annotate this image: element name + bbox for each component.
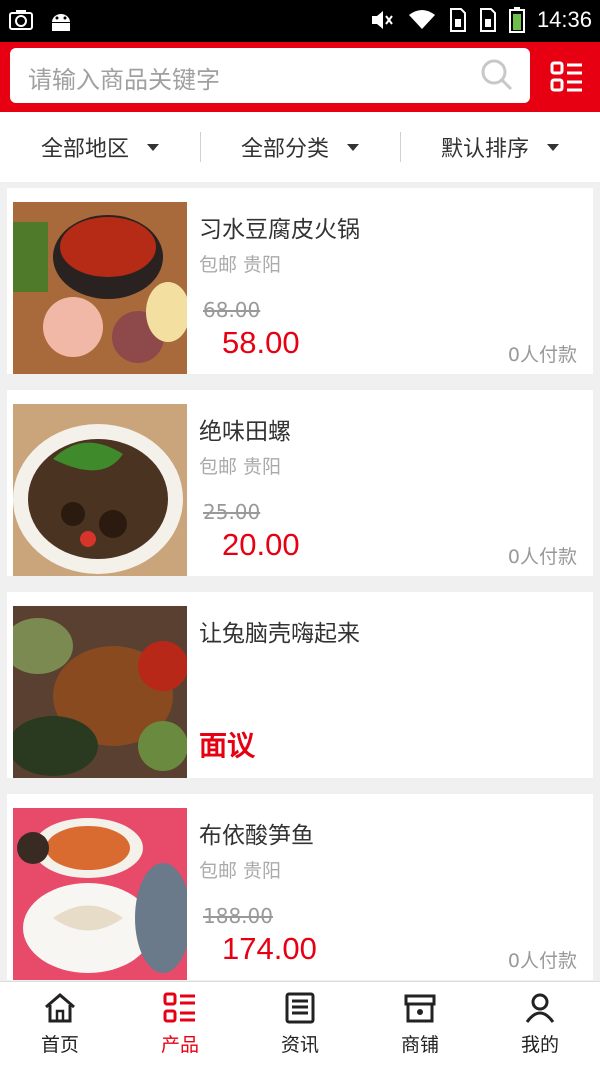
- original-price: 188.00: [203, 904, 273, 928]
- android-icon: [52, 14, 70, 31]
- paid-count: 0人付款: [507, 344, 577, 366]
- status-bar: 14:36: [0, 0, 600, 42]
- sim-card-icon: [479, 8, 496, 32]
- product-image[interactable]: [13, 202, 187, 374]
- filter-sort[interactable]: 默认排序: [400, 112, 600, 182]
- tab-news-label: 资讯: [280, 1034, 319, 1056]
- wifi-icon: [408, 10, 435, 29]
- screenshot-icon: [9, 10, 33, 30]
- original-price: 68.00: [203, 298, 261, 322]
- tab-me-label: 我的: [520, 1034, 559, 1056]
- filter-bar: 全部地区 全部分类 默认排序: [0, 112, 600, 182]
- product-card[interactable]: 布依酸笋鱼 包邮 贵阳 188.00 174.00 0人付款: [7, 794, 593, 980]
- caret-down-icon: [547, 143, 559, 151]
- sim-card-icon: [449, 8, 466, 32]
- bottom-tab-bar: 首页 产品 资讯 商铺 我的: [0, 981, 600, 1068]
- mute-icon: [371, 11, 393, 29]
- product-price: 58.00: [222, 325, 300, 360]
- product-image[interactable]: [13, 404, 187, 576]
- original-price: 25.00: [203, 500, 261, 524]
- filter-region-label: 全部地区: [40, 137, 129, 162]
- news-icon: [285, 992, 315, 1024]
- search-input[interactable]: 请输入商品关键字: [10, 48, 530, 103]
- tab-home-label: 首页: [40, 1034, 79, 1056]
- product-card[interactable]: 习水豆腐皮火锅 包邮 贵阳 68.00 58.00 0人付款: [7, 188, 593, 374]
- product-tags: 包邮 贵阳: [199, 456, 282, 478]
- filter-category[interactable]: 全部分类: [200, 112, 400, 182]
- status-time: 14:36: [536, 7, 592, 32]
- product-card[interactable]: 绝味田螺 包邮 贵阳 25.00 20.00 0人付款: [7, 390, 593, 576]
- tab-products[interactable]: 产品: [120, 982, 240, 1068]
- search-icon[interactable]: [480, 58, 514, 92]
- product-tags: 包邮 贵阳: [199, 254, 282, 276]
- caret-down-icon: [347, 143, 359, 151]
- caret-down-icon: [147, 143, 159, 151]
- user-icon: [525, 993, 555, 1023]
- product-card[interactable]: 让兔脑壳嗨起来 面议: [7, 592, 593, 778]
- product-title[interactable]: 布依酸笋鱼: [199, 816, 314, 850]
- home-icon: [45, 993, 75, 1023]
- tab-me[interactable]: 我的: [480, 982, 600, 1068]
- battery-icon: [508, 7, 525, 33]
- paid-count: 0人付款: [507, 950, 577, 972]
- paid-count: 0人付款: [507, 546, 577, 568]
- search-placeholder: 请输入商品关键字: [28, 66, 220, 94]
- product-price: 20.00: [222, 527, 300, 562]
- tab-stores[interactable]: 商铺: [360, 982, 480, 1068]
- product-tags: 包邮 贵阳: [199, 860, 282, 882]
- tab-products-label: 产品: [160, 1034, 199, 1056]
- tab-stores-label: 商铺: [400, 1034, 439, 1056]
- product-list-icon: [163, 992, 195, 1023]
- category-menu-icon[interactable]: [550, 60, 584, 94]
- product-title[interactable]: 让兔脑壳嗨起来: [199, 614, 360, 648]
- filter-region[interactable]: 全部地区: [0, 112, 200, 182]
- store-icon: [404, 994, 436, 1023]
- filter-sort-label: 默认排序: [440, 137, 529, 162]
- filter-category-label: 全部分类: [240, 137, 329, 162]
- product-image[interactable]: [13, 808, 187, 980]
- negotiable-price: 面议: [199, 729, 256, 762]
- product-title[interactable]: 绝味田螺: [199, 412, 291, 446]
- tab-news[interactable]: 资讯: [240, 982, 360, 1068]
- product-price: 174.00: [222, 931, 317, 966]
- product-title[interactable]: 习水豆腐皮火锅: [199, 210, 360, 244]
- tab-home[interactable]: 首页: [0, 982, 120, 1068]
- product-image[interactable]: [13, 606, 187, 778]
